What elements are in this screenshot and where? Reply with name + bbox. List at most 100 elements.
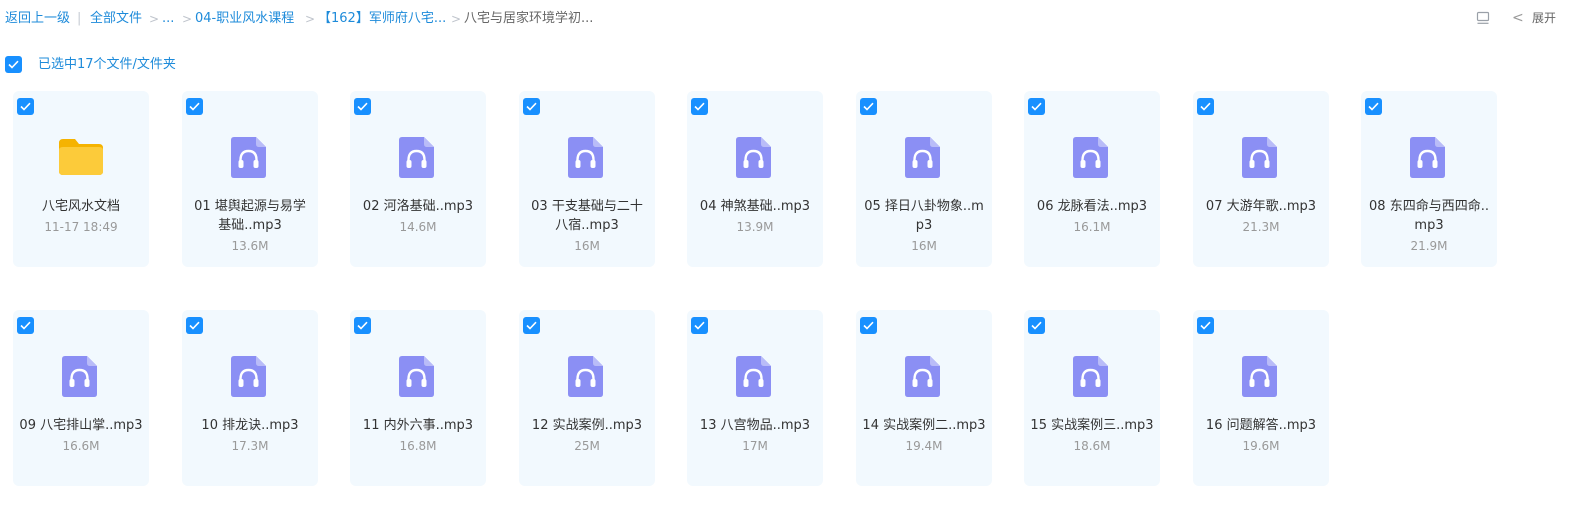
- file-checkbox[interactable]: [17, 317, 34, 334]
- audio-file-card[interactable]: 12 实战案例..mp3 25M: [519, 310, 655, 486]
- file-name: 06 龙脉看法..mp3 16.1M: [1030, 197, 1154, 236]
- breadcrumb-arrow: >: [451, 12, 462, 26]
- file-checkbox[interactable]: [691, 317, 708, 334]
- audio-file-icon: [1068, 354, 1116, 398]
- audio-file-card[interactable]: 16 问题解答..mp3 19.6M: [1193, 310, 1329, 486]
- audio-file-card[interactable]: 15 实战案例三..mp3 18.6M: [1024, 310, 1160, 486]
- audio-file-card[interactable]: 10 排龙诀..mp3 17.3M: [182, 310, 318, 486]
- select-all-checkbox[interactable]: [5, 56, 22, 73]
- check-icon: [1200, 321, 1211, 330]
- file-checkbox[interactable]: [186, 98, 203, 115]
- audio-file-card[interactable]: 11 内外六事..mp3 16.8M: [350, 310, 486, 486]
- file-checkbox[interactable]: [1197, 317, 1214, 334]
- folder-card[interactable]: 八宅风水文档 11-17 18:49: [13, 91, 149, 267]
- file-checkbox[interactable]: [17, 98, 34, 115]
- check-icon: [526, 102, 537, 111]
- audio-file-icon: [226, 354, 274, 398]
- file-name: 八宅风水文档 11-17 18:49: [19, 197, 143, 236]
- breadcrumb-all-files[interactable]: 全部文件: [90, 11, 142, 27]
- audio-file-card[interactable]: 04 神煞基础..mp3 13.9M: [687, 91, 823, 267]
- file-checkbox[interactable]: [523, 98, 540, 115]
- audio-file-icon: [1405, 135, 1453, 179]
- audio-file-icon: [394, 354, 442, 398]
- file-name: 11 内外六事..mp3 16.8M: [356, 416, 480, 455]
- check-icon: [20, 102, 31, 111]
- file-checkbox[interactable]: [354, 98, 371, 115]
- file-meta: 19.6M: [1242, 439, 1280, 453]
- file-name: 05 择日八卦物象..mp3 16M: [862, 197, 986, 255]
- file-checkbox[interactable]: [186, 317, 203, 334]
- folder-icon: [57, 135, 105, 179]
- file-name: 07 大游年歌..mp3 21.3M: [1199, 197, 1323, 236]
- file-checkbox[interactable]: [1197, 98, 1214, 115]
- audio-file-card[interactable]: 14 实战案例二..mp3 19.4M: [856, 310, 992, 486]
- file-checkbox[interactable]: [523, 317, 540, 334]
- audio-file-icon: [57, 354, 105, 398]
- audio-file-icon: [1237, 354, 1285, 398]
- file-meta: 16.6M: [62, 439, 100, 453]
- file-checkbox[interactable]: [1365, 98, 1382, 115]
- audio-file-card[interactable]: 09 八宅排山掌..mp3 16.6M: [13, 310, 149, 486]
- file-name: 01 堪舆起源与易学基础..mp3 13.6M: [188, 197, 312, 255]
- chevron-left-icon[interactable]: <: [1512, 10, 1524, 26]
- expand-button[interactable]: 展开: [1532, 10, 1556, 26]
- file-meta: 16.8M: [399, 439, 437, 453]
- file-meta: 17.3M: [231, 439, 269, 453]
- check-icon: [526, 321, 537, 330]
- check-icon: [863, 102, 874, 111]
- file-checkbox[interactable]: [1028, 317, 1045, 334]
- file-name: 12 实战案例..mp3 25M: [525, 416, 649, 455]
- audio-file-icon: [731, 135, 779, 179]
- check-icon: [357, 102, 368, 111]
- check-icon: [189, 321, 200, 330]
- file-checkbox[interactable]: [691, 98, 708, 115]
- file-name: 13 八宫物品..mp3 17M: [693, 416, 817, 455]
- audio-file-icon: [1237, 135, 1285, 179]
- file-meta: 16M: [911, 239, 937, 253]
- file-meta: 11-17 18:49: [44, 220, 118, 234]
- back-link[interactable]: 返回上一级: [5, 11, 70, 27]
- file-checkbox[interactable]: [860, 98, 877, 115]
- audio-file-card[interactable]: 02 河洛基础..mp3 14.6M: [350, 91, 486, 267]
- breadcrumb-arrow: >: [149, 12, 160, 26]
- breadcrumb-current: 八宅与居家环境学初...: [464, 11, 594, 26]
- file-checkbox[interactable]: [354, 317, 371, 334]
- file-meta: 16.1M: [1073, 220, 1111, 234]
- breadcrumb-level2[interactable]: 【162】军师府八宅...: [318, 11, 446, 27]
- selection-count: 已选中17个文件/文件夹: [38, 57, 176, 72]
- file-meta: 17M: [742, 439, 768, 453]
- file-meta: 19.4M: [905, 439, 943, 453]
- audio-file-card[interactable]: 01 堪舆起源与易学基础..mp3 13.6M: [182, 91, 318, 267]
- check-icon: [357, 321, 368, 330]
- audio-file-card[interactable]: 06 龙脉看法..mp3 16.1M: [1024, 91, 1160, 267]
- audio-file-icon: [1068, 135, 1116, 179]
- check-icon: [1031, 102, 1042, 111]
- file-meta: 21.3M: [1242, 220, 1280, 234]
- file-name: 04 神煞基础..mp3 13.9M: [693, 197, 817, 236]
- audio-file-icon: [900, 135, 948, 179]
- audio-file-card[interactable]: 05 择日八卦物象..mp3 16M: [856, 91, 992, 267]
- file-name: 10 排龙诀..mp3 17.3M: [188, 416, 312, 455]
- check-icon: [863, 321, 874, 330]
- breadcrumb-arrow: >: [305, 12, 316, 26]
- audio-file-card[interactable]: 08 东四命与西四命..mp3 21.9M: [1361, 91, 1497, 267]
- check-icon: [694, 321, 705, 330]
- check-icon: [694, 102, 705, 111]
- breadcrumb-ellipsis[interactable]: ...: [162, 11, 174, 27]
- audio-file-card[interactable]: 03 干支基础与二十八宿..mp3 16M: [519, 91, 655, 267]
- audio-file-card[interactable]: 13 八宫物品..mp3 17M: [687, 310, 823, 486]
- file-meta: 13.9M: [736, 220, 774, 234]
- file-meta: 16M: [574, 239, 600, 253]
- file-checkbox[interactable]: [860, 317, 877, 334]
- file-meta: 13.6M: [231, 239, 269, 253]
- audio-file-card[interactable]: 07 大游年歌..mp3 21.3M: [1193, 91, 1329, 267]
- file-checkbox[interactable]: [1028, 98, 1045, 115]
- check-icon: [8, 60, 19, 69]
- file-name: 02 河洛基础..mp3 14.6M: [356, 197, 480, 236]
- file-name: 15 实战案例三..mp3 18.6M: [1030, 418, 1154, 453]
- breadcrumb-level1[interactable]: 04-职业风水课程: [195, 11, 294, 27]
- file-name: 09 八宅排山掌..mp3 16.6M: [19, 418, 143, 453]
- file-meta: 25M: [574, 439, 600, 453]
- file-name: 03 干支基础与二十八宿..mp3 16M: [525, 197, 649, 255]
- list-view-icon[interactable]: [1476, 11, 1490, 25]
